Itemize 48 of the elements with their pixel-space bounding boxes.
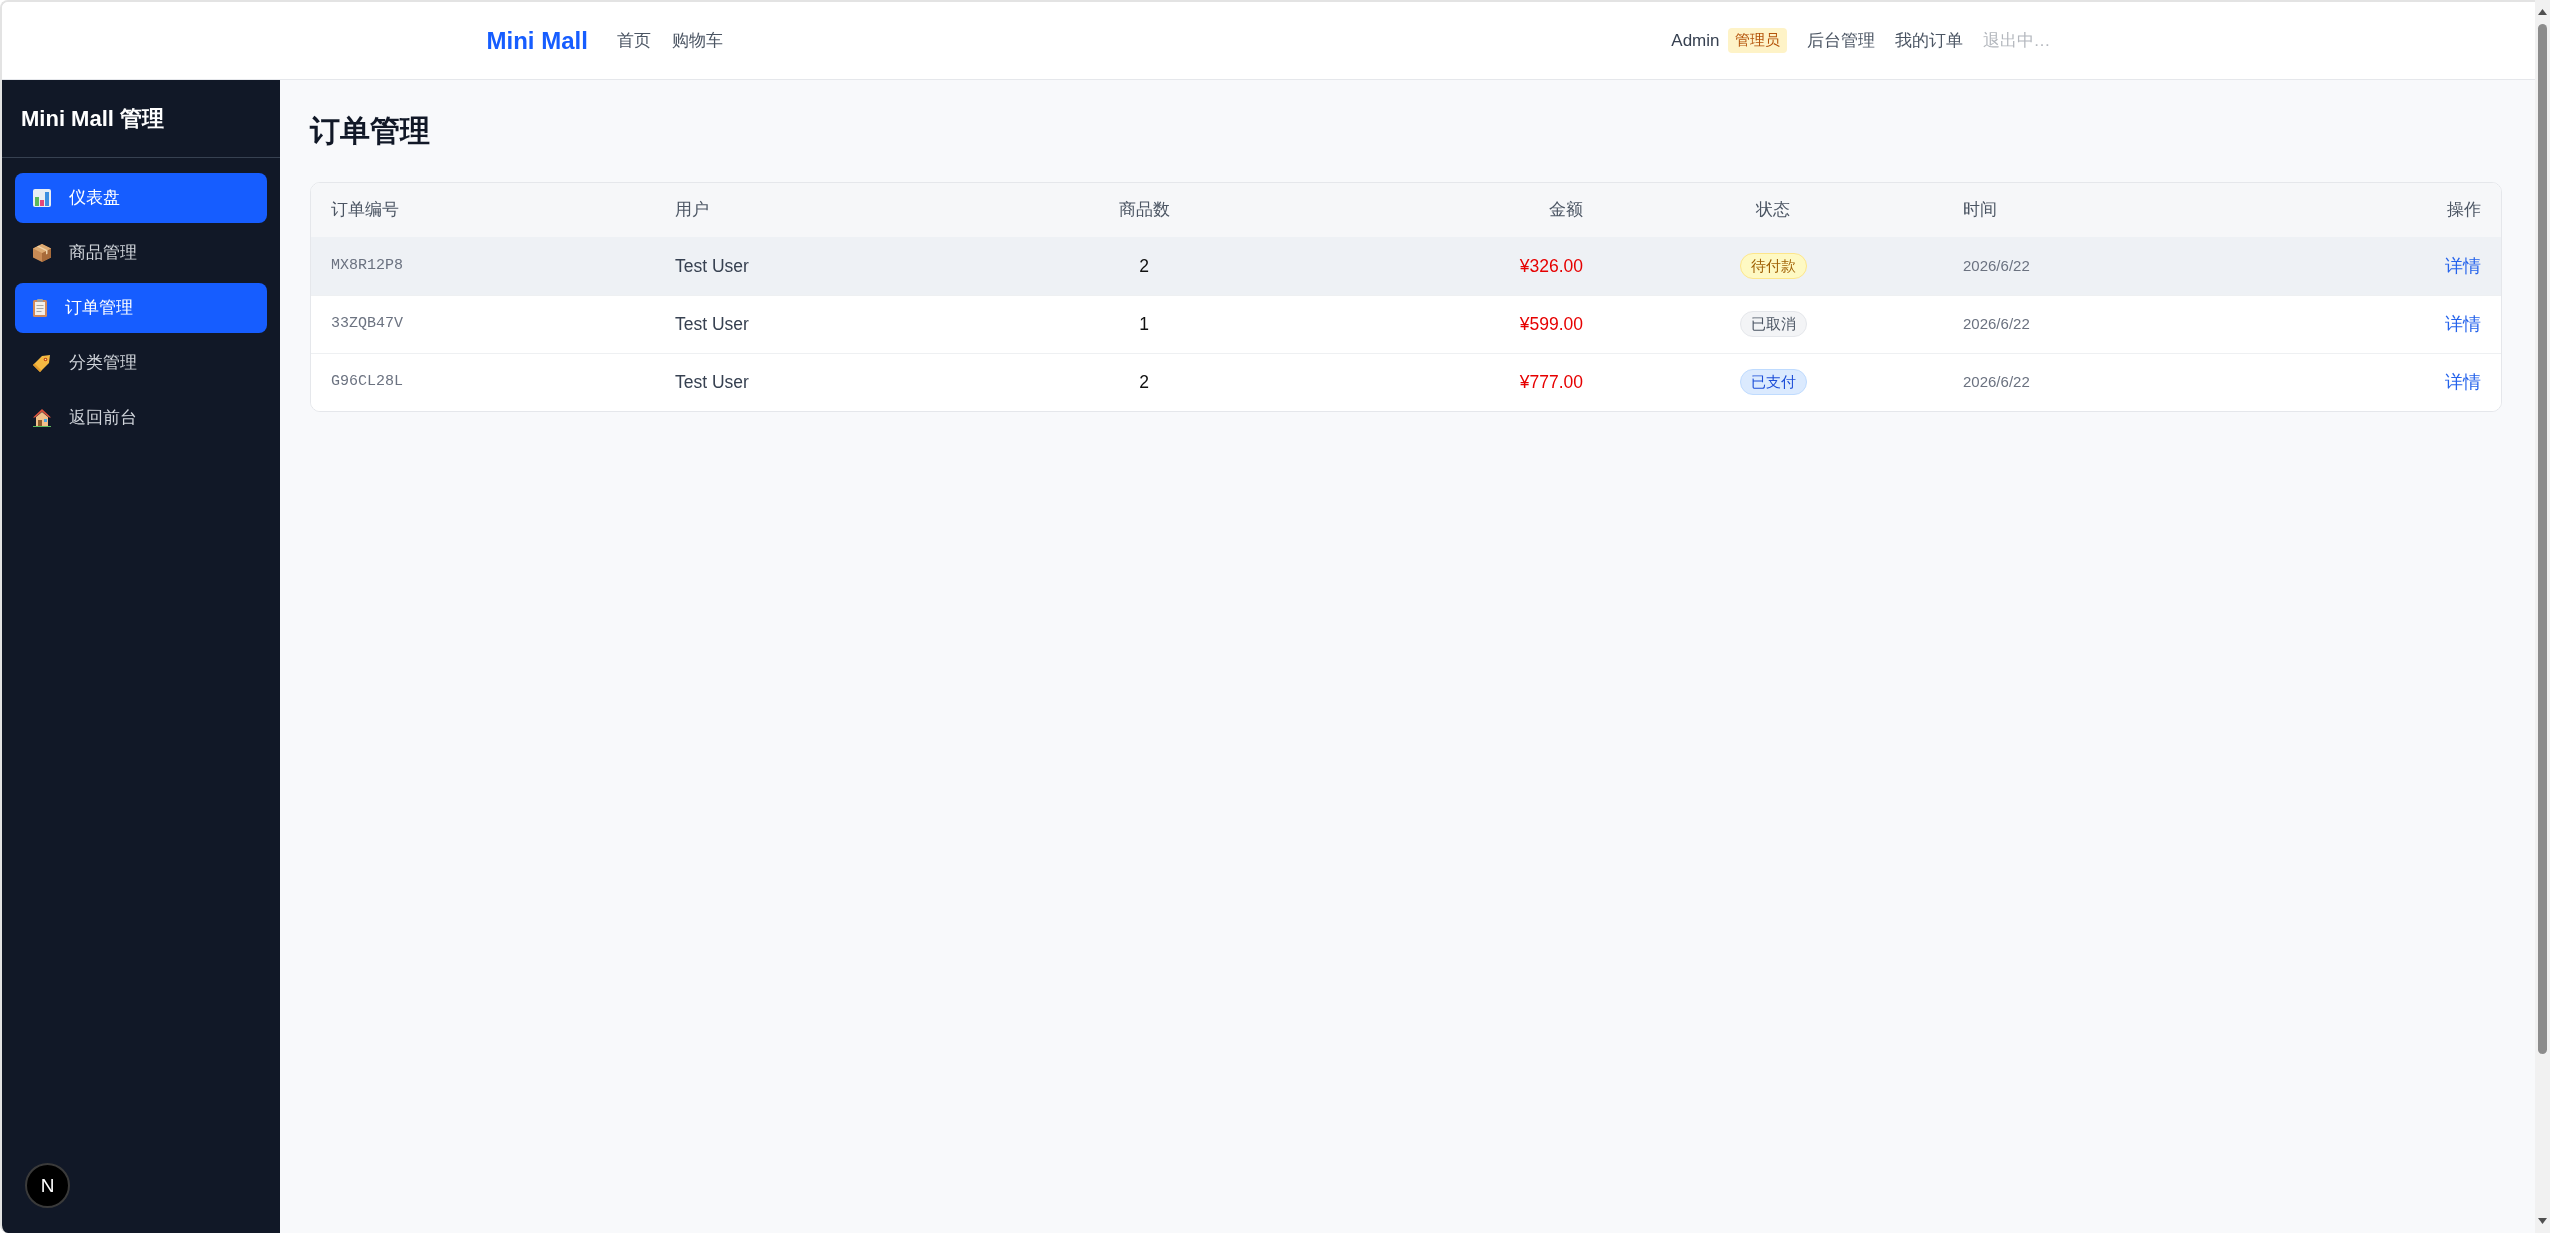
- table-cell: ¥599.00: [1287, 295, 1603, 353]
- clipboard-icon: [33, 299, 47, 317]
- table-cell: 33ZQB47V: [311, 295, 655, 353]
- details-link[interactable]: 详情: [2445, 255, 2481, 276]
- package-icon: [33, 244, 51, 262]
- scrollbar-thumb[interactable]: [2538, 24, 2547, 1054]
- column-header: 用户: [655, 183, 1001, 237]
- status-badge: 已支付: [1739, 369, 1807, 396]
- brand-link[interactable]: Mini Mall: [486, 22, 588, 59]
- sidebar-item[interactable]: 订单管理: [15, 283, 267, 333]
- sidebar-item[interactable]: 返回前台: [15, 393, 267, 443]
- column-header: 商品数: [1001, 183, 1287, 237]
- column-header: 状态: [1603, 183, 1943, 237]
- column-header: 金额: [1287, 183, 1603, 237]
- status-badge: 已取消: [1739, 311, 1807, 337]
- role-tag: 管理员: [1727, 27, 1787, 54]
- table-cell: Test User: [655, 237, 1001, 295]
- table-cell: 2: [1001, 237, 1287, 295]
- nav-link[interactable]: 我的订单: [1894, 27, 1963, 54]
- table-cell: MX8R12P8: [311, 237, 655, 295]
- status-badge: 待付款: [1739, 252, 1807, 279]
- table-cell: ¥326.00: [1287, 237, 1603, 295]
- nav-link: 退出中…: [1982, 29, 2051, 52]
- bar-chart-icon: [33, 189, 51, 207]
- scroll-up-icon[interactable]: [2538, 9, 2547, 15]
- dev-tools-button[interactable]: N: [25, 1163, 70, 1208]
- details-link[interactable]: 详情: [2445, 313, 2481, 334]
- house-icon: [33, 409, 51, 427]
- sidebar-item[interactable]: 分类管理: [15, 338, 267, 388]
- scrollbar[interactable]: [2535, 0, 2550, 1233]
- user-name: Admin: [1671, 29, 1720, 52]
- column-header: 操作: [2301, 183, 2501, 237]
- page-title: 订单管理: [310, 113, 431, 149]
- sidebar-item[interactable]: 仪表盘: [15, 173, 267, 223]
- column-header: 时间: [1943, 183, 2301, 237]
- table-cell: 2026/6/22: [1943, 237, 2301, 295]
- sidebar-item[interactable]: 商品管理: [15, 228, 267, 278]
- nav-link[interactable]: 后台管理: [1806, 27, 1875, 54]
- table-cell: 2026/6/22: [1943, 295, 2301, 353]
- table-cell: G96CL28L: [311, 353, 655, 411]
- details-link[interactable]: 详情: [2445, 372, 2481, 393]
- table-cell: 1: [1001, 295, 1287, 353]
- scroll-down-icon[interactable]: [2538, 1218, 2547, 1224]
- nav-link[interactable]: 购物车: [671, 27, 723, 54]
- tag-icon: [33, 354, 51, 372]
- column-header: 订单编号: [311, 183, 655, 237]
- table-cell: Test User: [655, 295, 1001, 353]
- nav-link[interactable]: 首页: [616, 27, 651, 54]
